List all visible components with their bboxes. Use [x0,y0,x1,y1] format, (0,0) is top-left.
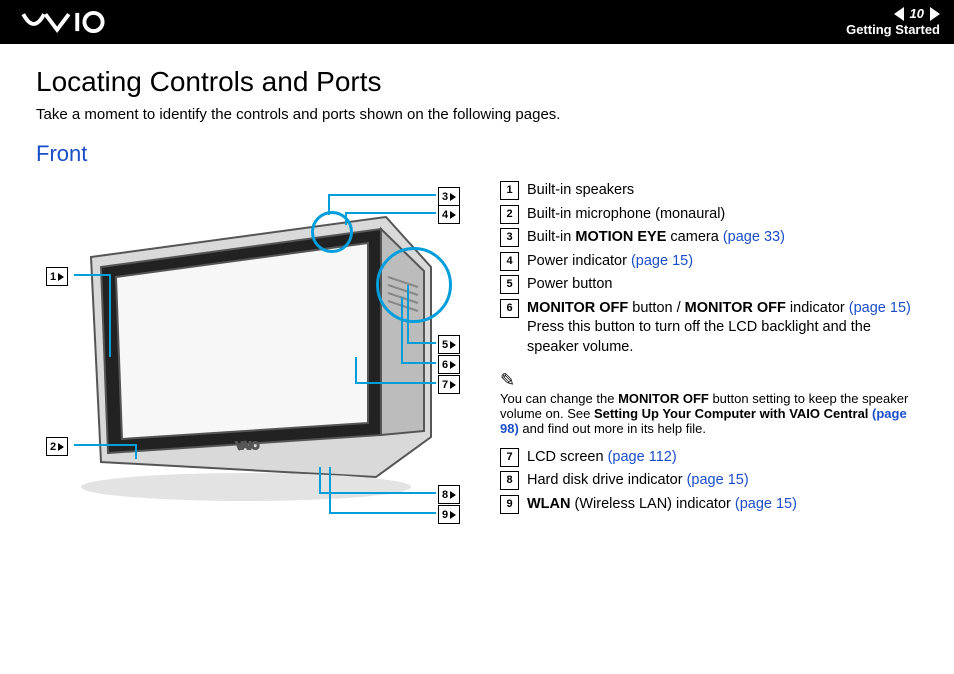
legend-item: 1Built-in speakers [500,181,918,201]
vaio-logo [14,9,134,35]
header-bar: 10 Getting Started [0,0,954,44]
callout-2: 2 [46,437,68,456]
section-name: Getting Started [846,22,940,38]
callout-7: 7 [438,375,460,394]
legend-item-6: 6 MONITOR OFF button / MONITOR OFF indic… [500,299,918,358]
legend-num: 9 [500,495,519,514]
page-link[interactable]: (page 15) [687,472,749,488]
legend-item: 2Built-in microphone (monaural) [500,205,918,225]
legend-item: 5Power button [500,275,918,295]
page-title: Locating Controls and Ports [36,66,918,98]
callout-6: 6 [438,355,460,374]
legend-item-desc: Press this button to turn off the LCD ba… [527,318,918,357]
legend-num: 4 [500,252,519,271]
legend-item: 8Hard disk drive indicator (page 15) [500,471,918,491]
diagram: VAIO [36,177,476,547]
callout-8: 8 [438,485,460,504]
legend-item: 4Power indicator (page 15) [500,252,918,272]
legend-num: 5 [500,275,519,294]
intro-text: Take a moment to identify the controls a… [36,106,918,123]
callout-9: 9 [438,505,460,524]
prev-page-icon[interactable] [894,7,904,21]
pager: 10 Getting Started [846,6,940,37]
page-link[interactable]: (page 33) [723,229,785,245]
legend-item: 3Built-in MOTION EYE camera (page 33) [500,228,918,248]
page-content: Locating Controls and Ports Take a momen… [0,44,954,569]
callout-1: 1 [46,267,68,286]
page-link[interactable]: (page 15) [631,253,693,269]
page-link[interactable]: (page 15) [849,300,911,316]
legend-num: 3 [500,228,519,247]
note: ✎ You can change the MONITOR OFF button … [500,370,918,436]
page-number: 10 [910,6,924,22]
callout-lines [36,177,476,547]
legend-item: 7LCD screen (page 112) [500,448,918,468]
legend-num: 7 [500,448,519,467]
section-heading: Front [36,141,918,167]
note-icon: ✎ [500,370,515,390]
legend-num: 6 [500,299,519,318]
legend-num: 2 [500,205,519,224]
callout-5: 5 [438,335,460,354]
legend: 1Built-in speakers 2Built-in microphone (… [500,177,918,547]
page-link[interactable]: (page 15) [735,496,797,512]
legend-num: 8 [500,471,519,490]
callout-4: 4 [438,205,460,224]
legend-item: 9WLAN (Wireless LAN) indicator (page 15) [500,495,918,515]
next-page-icon[interactable] [930,7,940,21]
legend-num: 1 [500,181,519,200]
page-link[interactable]: (page 112) [608,449,677,465]
callout-3: 3 [438,187,460,206]
